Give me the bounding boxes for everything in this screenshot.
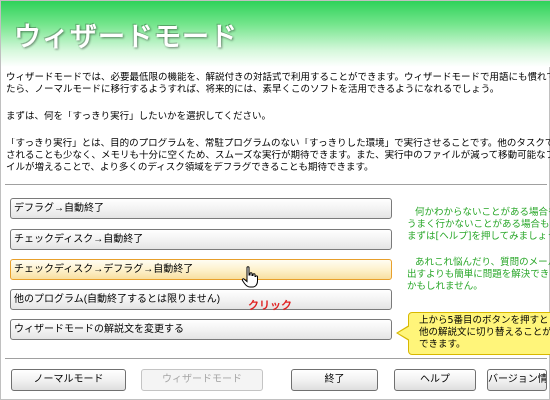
description-text-1: 「すっきり実行」とは、目的のプログラムを、常駐プログラムのない「すっきりした環境… bbox=[6, 138, 550, 149]
version-info-button[interactable]: バージョン情報 bbox=[487, 369, 547, 391]
other-program-button[interactable]: 他のプログラム(自動終了するとは限りません) bbox=[10, 289, 392, 310]
header-banner: ウィザードモード bbox=[1, 1, 550, 67]
description-text-2: されることも少なく、メモリも十分に空くため、スムーズな実行が期待できます。また、… bbox=[6, 150, 550, 161]
callout-line-2: 他の解説文に切り替えることが bbox=[419, 327, 550, 338]
wizard-mode-button: ウィザードモード bbox=[141, 369, 263, 391]
chkdsk-autoexit-button[interactable]: チェックディスク→自動終了 bbox=[10, 229, 392, 250]
callout-line-3: できます。 bbox=[419, 339, 466, 350]
click-annotation: クリック bbox=[248, 299, 292, 312]
callout-line-1: 上から5番目のボタンを押すと bbox=[419, 315, 549, 326]
chkdsk-defrag-autoexit-button[interactable]: チェックディスク→デフラグ→自動終了 bbox=[10, 259, 392, 280]
intro-text-3: まずは、何を「すっきり実行」したいかを選択してください。 bbox=[6, 111, 272, 122]
help-hint-line-4: あれこれ悩んだり、質問のメールを bbox=[415, 257, 550, 268]
section-divider bbox=[5, 184, 547, 186]
help-hint-line-5: 出すよりも簡単に問題を解決できる bbox=[407, 269, 550, 280]
intro-text-1: ウィザードモードでは、必要最低限の機能を、解説付きの対話式で利用することができま… bbox=[6, 72, 550, 83]
description-text-3: イルが増えることで、より多くのディスク領域をデフラグできることも期待できます。 bbox=[6, 162, 374, 173]
tip-callout: 上から5番目のボタンを押すと 他の解説文に切り替えることが できます。 bbox=[396, 312, 550, 355]
exit-button[interactable]: 終了 bbox=[291, 369, 378, 391]
help-hint-line-3: まずは[ヘルプ]を押してみましょう。 bbox=[407, 231, 550, 242]
page-title: ウィザードモード bbox=[14, 22, 238, 53]
defrag-autoexit-button[interactable]: デフラグ→自動終了 bbox=[10, 198, 392, 219]
hand-cursor-icon bbox=[241, 266, 258, 288]
help-hint-line-6: かもしれません。 bbox=[407, 281, 483, 292]
help-button[interactable]: ヘルプ bbox=[394, 369, 476, 391]
normal-mode-button[interactable]: ノーマルモード bbox=[11, 369, 126, 391]
footer-divider bbox=[5, 358, 547, 360]
help-hint-line-2: うまく行かないことがある場合も bbox=[407, 219, 550, 230]
intro-text-2: たら、ノーマルモードに移行するようすれば、将来的には、素早くこのソフトを活用でき… bbox=[6, 84, 500, 95]
help-hint-line-1: 何かわからないことがある場合も bbox=[415, 207, 550, 218]
change-wizard-text-button[interactable]: ウィザードモードの解説文を変更する bbox=[10, 319, 392, 340]
